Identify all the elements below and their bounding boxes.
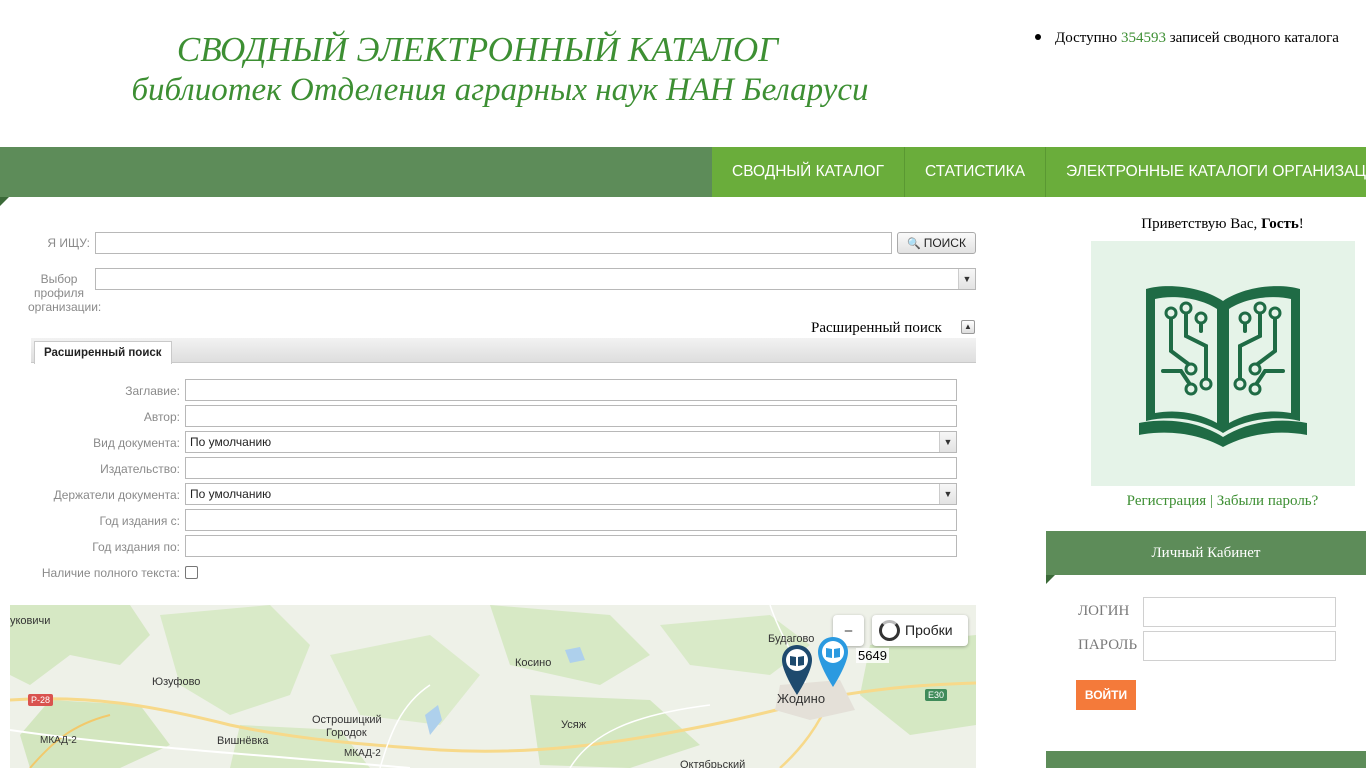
traffic-icon xyxy=(879,620,900,641)
traffic-label: Пробки xyxy=(905,622,953,638)
title-label: Заглавие: xyxy=(125,384,180,398)
magnifier-icon: 🔍 xyxy=(907,238,921,250)
map-place-vishnevka: Вишнёвка xyxy=(217,735,269,747)
traffic-button[interactable]: Пробки xyxy=(872,615,968,646)
bullet-icon xyxy=(1035,33,1041,40)
publisher-label: Издательство: xyxy=(100,462,180,476)
chevron-down-icon: ▼ xyxy=(939,484,956,504)
records-stats: Доступно 354593 записей сводного каталог… xyxy=(1035,30,1339,47)
search-button-label: ПОИСК xyxy=(923,236,966,250)
fulltext-label: Наличие полного текста: xyxy=(41,566,180,580)
cluster-count: 5649 xyxy=(856,648,889,663)
map-place-yuzufovo: Юзуфово xyxy=(152,676,201,688)
doctype-label: Вид документа: xyxy=(93,436,180,450)
auth-links: Регистрация | Забыли пароль? xyxy=(1080,493,1365,510)
stats-suffix: записей сводного каталога xyxy=(1169,30,1339,46)
map-place-kosino: Косино xyxy=(515,657,552,669)
password-label: ПАРОЛЬ xyxy=(1078,637,1138,653)
search-input[interactable] xyxy=(95,232,892,254)
cabinet-header: Личный Кабинет xyxy=(1046,531,1366,584)
map-place-ostroshitsky-1: Острошицкий xyxy=(312,714,382,726)
auth-separator: | xyxy=(1209,493,1213,509)
profile-label: Выбор профиля организации: xyxy=(28,272,102,314)
main-navbar: СВОДНЫЙ КАТАЛОГ СТАТИСТИКА ЭЛЕКТРОННЫЕ К… xyxy=(0,147,1366,206)
stats-prefix: Доступно xyxy=(1055,30,1118,46)
nav-item-union-catalog[interactable]: СВОДНЫЙ КАТАЛОГ xyxy=(712,147,906,197)
map-place-kovichi: уковичи xyxy=(10,615,51,627)
login-label: ЛОГИН xyxy=(1078,603,1130,619)
forgot-password-link[interactable]: Забыли пароль? xyxy=(1217,493,1319,509)
navbar-fold xyxy=(0,197,9,206)
query-label: Я ИЩУ: xyxy=(47,236,90,250)
year-to-field[interactable] xyxy=(185,535,957,557)
advanced-tabbar: Расширенный поиск xyxy=(31,338,976,364)
library-pin-icon[interactable] xyxy=(780,643,814,697)
main-menu: СВОДНЫЙ КАТАЛОГ СТАТИСТИКА ЭЛЕКТРОННЫЕ К… xyxy=(712,147,1366,197)
holders-select-value: По умолчанию xyxy=(190,487,272,501)
digital-book-icon xyxy=(1139,286,1307,447)
password-field[interactable] xyxy=(1143,631,1336,661)
cabinet-title: Личный Кабинет xyxy=(1151,545,1261,561)
chevron-down-icon: ▼ xyxy=(939,432,956,452)
site-title: СВОДНЫЙ ЭЛЕКТРОННЫЙ КАТАЛОГ библиотек От… xyxy=(90,30,1050,110)
map-shield-p28: Р-28 xyxy=(28,694,54,706)
map-road-mkad-a: МКАД-2 xyxy=(40,735,77,746)
catalog-logo xyxy=(1091,241,1355,486)
library-pin-icon[interactable] xyxy=(816,635,850,689)
map-road-mkad-b: МКАД-2 xyxy=(344,748,381,759)
greeting-user: Гость xyxy=(1261,216,1299,232)
collapse-up-icon[interactable]: ▲ xyxy=(961,320,975,334)
map-place-ostroshitsky-2: Городок xyxy=(326,727,367,739)
map-widget[interactable]: уковичи Юзуфово Косино Будагово Острошиц… xyxy=(10,605,976,768)
register-link[interactable]: Регистрация xyxy=(1127,493,1207,509)
stats-count: 354593 xyxy=(1120,30,1166,46)
greeting-prefix: Приветствую Вас, xyxy=(1141,216,1258,232)
site-title-line1: СВОДНЫЙ ЭЛЕКТРОННЫЙ КАТАЛОГ xyxy=(176,30,779,69)
map-place-usyazh: Усяж xyxy=(561,719,587,731)
title-field[interactable] xyxy=(185,379,957,401)
login-field[interactable] xyxy=(1143,597,1336,627)
search-button[interactable]: 🔍 ПОИСК xyxy=(897,232,976,254)
profile-select[interactable]: ▼ xyxy=(95,268,976,290)
advanced-search-link[interactable]: Расширенный поиск xyxy=(811,320,942,337)
fulltext-checkbox[interactable] xyxy=(185,566,198,579)
next-panel-header xyxy=(1046,751,1366,768)
author-field[interactable] xyxy=(185,405,957,427)
chevron-down-icon: ▼ xyxy=(958,269,975,289)
nav-item-statistics[interactable]: СТАТИСТИКА xyxy=(905,147,1047,197)
greeting-suffix: ! xyxy=(1298,216,1304,232)
site-title-line2: библиотек Отделения аграрных наук НАН Бе… xyxy=(131,72,869,108)
doctype-select[interactable]: По умолчанию ▼ xyxy=(185,431,957,453)
cabinet-fold xyxy=(1046,575,1055,584)
author-label: Автор: xyxy=(143,410,180,424)
login-button[interactable]: ВОЙТИ xyxy=(1076,680,1136,710)
holders-select[interactable]: По умолчанию ▼ xyxy=(185,483,957,505)
greeting: Приветствую Вас, Гость! xyxy=(1080,216,1365,233)
map-place-oktyabrsky: Октябрьский xyxy=(680,759,746,768)
holders-label: Держатели документа: xyxy=(53,488,180,502)
year-to-label: Год издания по: xyxy=(92,540,180,554)
year-from-field[interactable] xyxy=(185,509,957,531)
tab-advanced-search[interactable]: Расширенный поиск xyxy=(34,341,172,364)
doctype-select-value: По умолчанию xyxy=(190,435,272,449)
year-from-label: Год издания с: xyxy=(99,514,180,528)
nav-item-org-catalogs[interactable]: ЭЛЕКТРОННЫЕ КАТАЛОГИ ОРГАНИЗАЦИЙ xyxy=(1046,147,1366,197)
map-shield-e30: E30 xyxy=(925,689,948,701)
publisher-field[interactable] xyxy=(185,457,957,479)
